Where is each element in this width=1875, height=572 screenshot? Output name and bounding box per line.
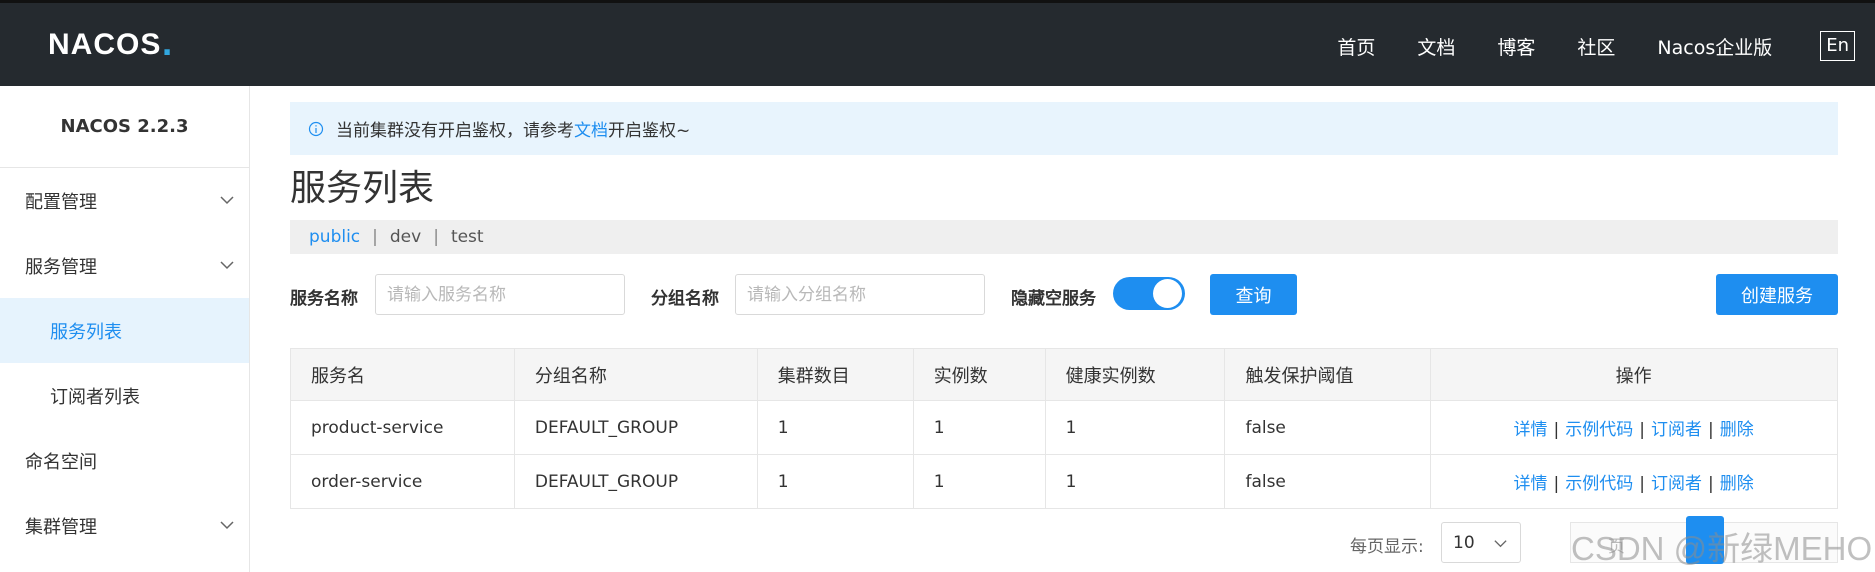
hide-empty-label: 隐藏空服务: [1011, 289, 1096, 309]
table-header-row: 服务名 分组名称 集群数目 实例数 健康实例数 触发保护阈值 操作: [290, 348, 1838, 401]
cell-service-name: order-service: [290, 454, 515, 509]
query-button[interactable]: 查询: [1210, 274, 1297, 315]
action-separator: |: [1708, 420, 1714, 440]
sidebar-item-service-management[interactable]: 服务管理: [0, 233, 249, 298]
logo-text: NACOS: [48, 28, 162, 61]
cell-healthy-count: 1: [1044, 400, 1226, 455]
sidebar-item-label: 服务列表: [50, 321, 122, 343]
language-switch-button[interactable]: En: [1820, 31, 1855, 61]
delete-link[interactable]: 删除: [1720, 420, 1754, 440]
nav-home[interactable]: 首页: [1337, 33, 1375, 60]
current-page-button[interactable]: [1686, 516, 1724, 564]
table-row: product-service DEFAULT_GROUP 1 1 1 fals…: [290, 400, 1838, 455]
sidebar-item-service-list[interactable]: 服务列表: [0, 298, 249, 363]
chevron-down-icon: [220, 521, 234, 530]
notice-text-prefix: 当前集群没有开启鉴权，请参考: [336, 121, 574, 141]
chevron-down-icon: [220, 261, 234, 270]
page-size-label: 每页显示:: [1350, 537, 1424, 557]
chevron-down-icon: [220, 196, 234, 205]
cell-service-name: product-service: [290, 400, 515, 455]
action-separator: |: [1708, 474, 1714, 494]
namespace-separator: |: [433, 227, 439, 247]
sidebar-item-label: 服务管理: [25, 256, 97, 278]
column-header: 操作: [1430, 348, 1838, 401]
subscriber-link[interactable]: 订阅者: [1651, 474, 1702, 494]
action-separator: |: [1553, 474, 1560, 494]
action-separator: |: [1553, 420, 1560, 440]
pagination: 每页显示: 10 页 CSDN @新绿MEHO: [290, 516, 1872, 567]
nav-community[interactable]: 社区: [1577, 33, 1615, 60]
page-size-select[interactable]: 10: [1441, 522, 1521, 563]
nacos-logo[interactable]: NACOS.: [48, 25, 173, 65]
logo-dot: .: [161, 27, 173, 63]
sidebar-item-label: 集群管理: [25, 516, 97, 538]
top-nav: 首页 文档 博客 社区 Nacos企业版 En: [1295, 3, 1855, 89]
cell-cluster-count: 1: [756, 400, 914, 455]
cell-protect-threshold: false: [1224, 454, 1432, 509]
action-separator: |: [1639, 474, 1646, 494]
sample-code-link[interactable]: 示例代码: [1565, 420, 1633, 440]
cell-healthy-count: 1: [1044, 454, 1226, 509]
sidebar-item-label: 订阅者列表: [50, 386, 140, 408]
nav-blog[interactable]: 博客: [1497, 33, 1535, 60]
version-label: NACOS 2.2.3: [0, 86, 249, 168]
notice-docs-link[interactable]: 文档: [574, 116, 608, 141]
cell-instance-count: 1: [912, 400, 1046, 455]
top-header: NACOS. 首页 文档 博客 社区 Nacos企业版 En: [0, 0, 1875, 86]
sample-code-link[interactable]: 示例代码: [1565, 474, 1633, 494]
service-table: 服务名 分组名称 集群数目 实例数 健康实例数 触发保护阈值 操作 produc…: [290, 348, 1838, 509]
nav-enterprise[interactable]: Nacos企业版: [1657, 33, 1772, 60]
cell-cluster-count: 1: [756, 454, 914, 509]
auth-notice-banner: 当前集群没有开启鉴权，请参考 文档 开启鉴权~: [290, 102, 1838, 155]
service-name-input[interactable]: [375, 274, 625, 315]
cell-instance-count: 1: [912, 454, 1046, 509]
namespace-test[interactable]: test: [451, 227, 484, 247]
column-header: 集群数目: [756, 348, 914, 401]
page-hint: 页: [1608, 537, 1625, 557]
info-icon: [308, 121, 324, 136]
chevron-down-icon: [1494, 540, 1507, 548]
delete-link[interactable]: 删除: [1720, 474, 1754, 494]
hide-empty-toggle[interactable]: [1113, 277, 1185, 310]
notice-text-suffix: 开启鉴权~: [608, 121, 691, 141]
column-header: 分组名称: [513, 348, 758, 401]
sidebar-item-cluster-management[interactable]: 集群管理: [0, 493, 249, 558]
sidebar: NACOS 2.2.3 配置管理 服务管理 服务列表 订阅者列表 命名空间 集群…: [0, 86, 250, 572]
filter-bar: 服务名称 分组名称 隐藏空服务 查询 创建服务: [290, 274, 1838, 316]
group-name-label: 分组名称: [651, 289, 719, 309]
subscriber-link[interactable]: 订阅者: [1651, 420, 1702, 440]
namespace-dev[interactable]: dev: [390, 227, 421, 247]
cell-actions: 详情 | 示例代码 | 订阅者 | 删除: [1430, 400, 1838, 455]
detail-link[interactable]: 详情: [1514, 420, 1548, 440]
cell-actions: 详情 | 示例代码 | 订阅者 | 删除: [1430, 454, 1838, 509]
column-header: 触发保护阈值: [1224, 348, 1432, 401]
detail-link[interactable]: 详情: [1514, 474, 1548, 494]
group-name-input[interactable]: [735, 274, 985, 315]
create-service-button[interactable]: 创建服务: [1716, 274, 1838, 315]
table-row: order-service DEFAULT_GROUP 1 1 1 false …: [290, 454, 1838, 509]
sidebar-item-label: 配置管理: [25, 191, 97, 213]
action-separator: |: [1639, 420, 1646, 440]
sidebar-item-namespace[interactable]: 命名空间: [0, 428, 249, 493]
page-title: 服务列表: [290, 168, 435, 209]
nav-docs[interactable]: 文档: [1417, 33, 1455, 60]
sidebar-item-label: 命名空间: [25, 451, 97, 473]
sidebar-item-config-management[interactable]: 配置管理: [0, 168, 249, 233]
column-header: 实例数: [912, 348, 1046, 401]
column-header: 服务名: [290, 348, 515, 401]
toggle-knob: [1153, 279, 1182, 308]
cell-protect-threshold: false: [1224, 400, 1432, 455]
column-header: 健康实例数: [1044, 348, 1226, 401]
namespace-separator: |: [372, 227, 378, 247]
sidebar-item-subscriber-list[interactable]: 订阅者列表: [0, 363, 249, 428]
cell-group-name: DEFAULT_GROUP: [513, 400, 758, 455]
service-name-label: 服务名称: [290, 289, 358, 309]
page-size-value: 10: [1453, 532, 1475, 553]
namespace-public[interactable]: public: [309, 227, 360, 247]
namespace-bar: public | dev | test: [290, 220, 1838, 254]
cell-group-name: DEFAULT_GROUP: [513, 454, 758, 509]
